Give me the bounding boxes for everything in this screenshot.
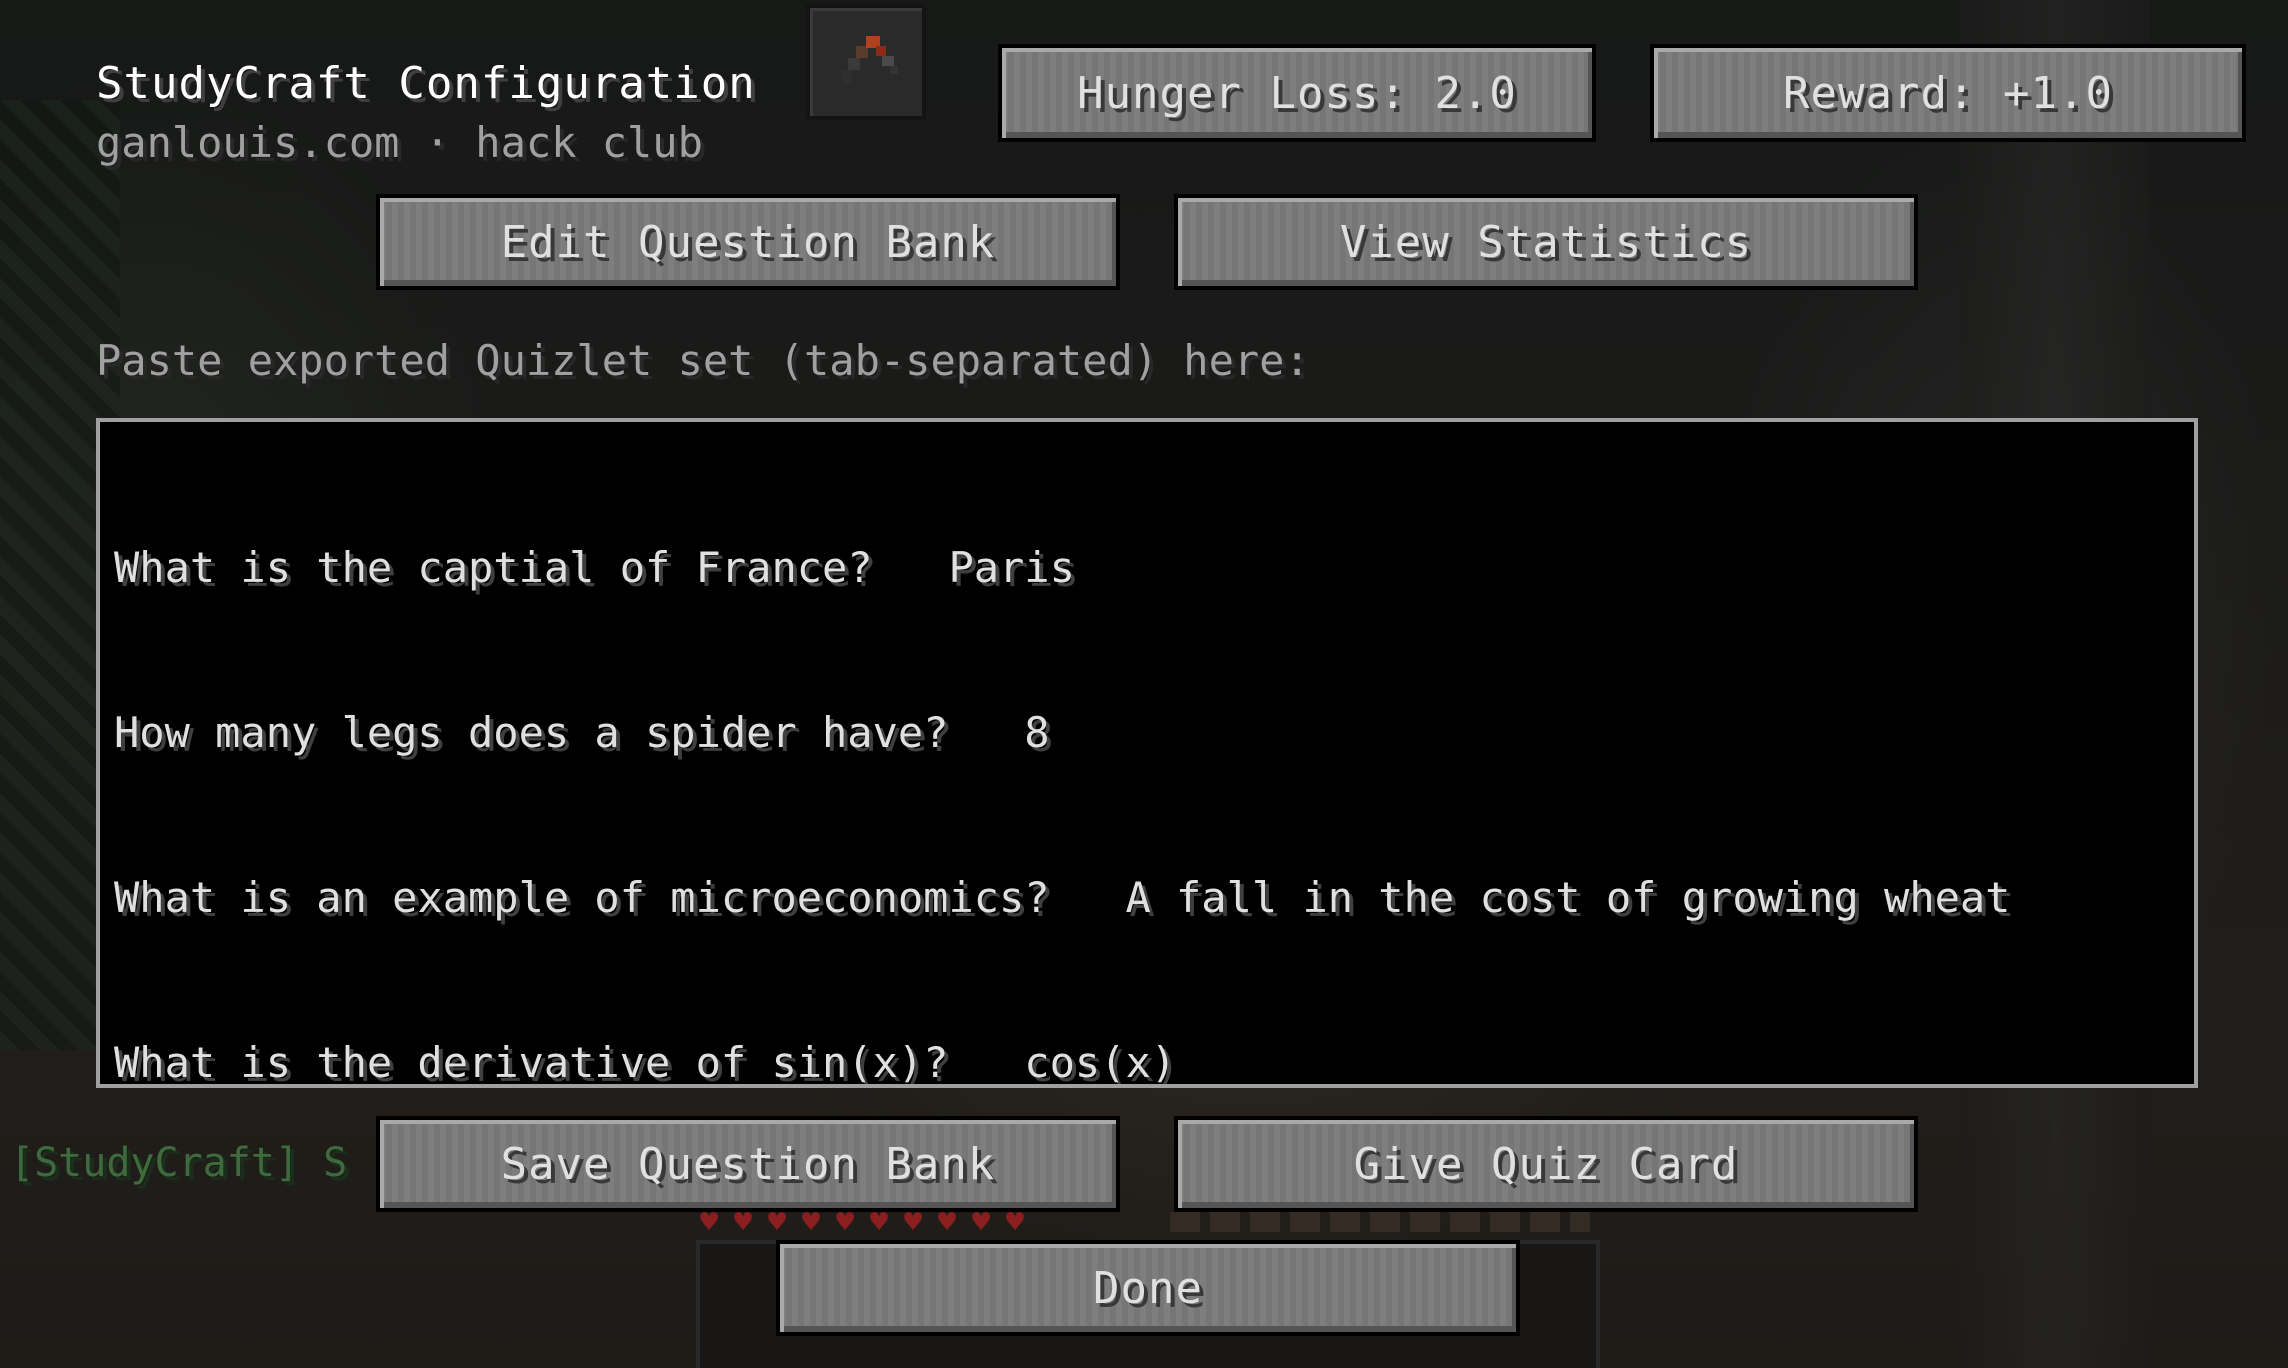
- textarea-line: What is an example of microeconomics? A …: [114, 873, 2011, 922]
- trident-item-icon: [842, 36, 898, 84]
- hunger-loss-button[interactable]: Hunger Loss: 2.0: [998, 44, 1596, 142]
- heart-icon: ♥: [768, 1205, 787, 1240]
- page-title: StudyCraft Configuration: [96, 58, 756, 109]
- done-button[interactable]: Done: [776, 1240, 1520, 1336]
- view-statistics-button[interactable]: View Statistics: [1174, 194, 1918, 290]
- give-quiz-card-button[interactable]: Give Quiz Card: [1174, 1116, 1918, 1212]
- heart-icon: ♥: [904, 1205, 923, 1240]
- heart-icon: ♥: [870, 1205, 889, 1240]
- heart-icon: ♥: [1006, 1205, 1025, 1240]
- import-prompt-label: Paste exported Quizlet set (tab-separate…: [96, 336, 1310, 385]
- heart-icon: ♥: [734, 1205, 753, 1240]
- reward-button[interactable]: Reward: +1.0: [1650, 44, 2246, 142]
- heart-icon: ♥: [972, 1205, 991, 1240]
- heart-icon: ♥: [836, 1205, 855, 1240]
- health-bar: ♥ ♥ ♥ ♥ ♥ ♥ ♥ ♥ ♥ ♥: [700, 1205, 1100, 1240]
- chat-message-prefix: [StudyCraft] S: [10, 1140, 348, 1186]
- item-preview-slot[interactable]: [806, 4, 926, 120]
- textarea-line: What is the captial of France? Paris: [114, 543, 1075, 592]
- hunger-bar: [1170, 1212, 1590, 1232]
- textarea-line: What is the derivative of sin(x)? cos(x): [114, 1038, 1177, 1087]
- textarea-line: How many legs does a spider have? 8: [114, 708, 1050, 757]
- save-question-bank-button[interactable]: Save Question Bank: [376, 1116, 1120, 1212]
- edit-question-bank-button[interactable]: Edit Question Bank: [376, 194, 1120, 290]
- heart-icon: ♥: [802, 1205, 821, 1240]
- heart-icon: ♥: [700, 1205, 719, 1240]
- quizlet-import-textarea[interactable]: What is the captial of France? Paris How…: [96, 418, 2198, 1088]
- page-subtitle: ganlouis.com · hack club: [96, 118, 703, 167]
- heart-icon: ♥: [938, 1205, 957, 1240]
